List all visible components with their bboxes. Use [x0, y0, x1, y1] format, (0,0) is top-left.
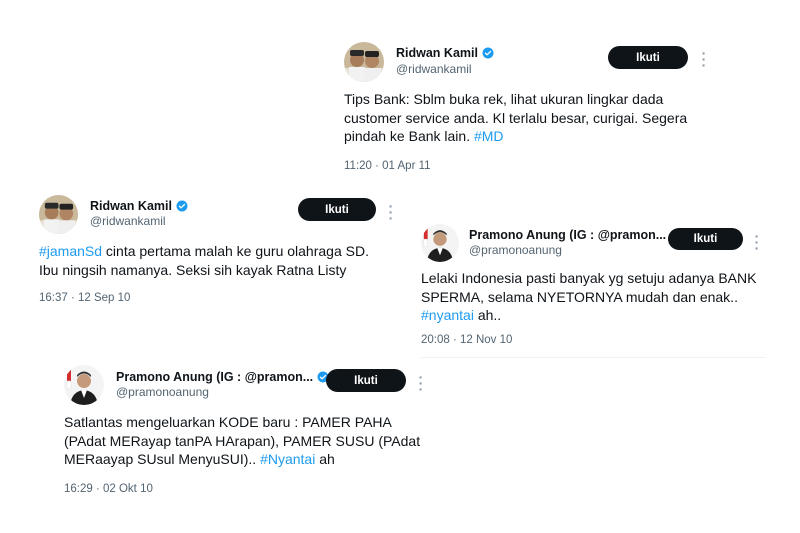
tweet-text-line: customer service anda. Kl terlalu besar,… [344, 109, 688, 126]
divider [421, 357, 766, 358]
tweet-timestamp[interactable]: 16:29 · 02 Okt 10 [64, 483, 153, 495]
more-options-icon[interactable]: · · · [701, 46, 707, 72]
author-name[interactable]: Pramono Anung (IG : @pramon... [469, 228, 682, 242]
tweet-timestamp[interactable]: 20:08 · 12 Nov 10 [421, 334, 512, 346]
tweet-text-line: Tips Bank: Sblm buka rek, lihat ukuran l… [344, 91, 664, 107]
more-options-icon[interactable]: · · · [754, 229, 760, 255]
author-name-text: Pramono Anung (IG : @pramon... [116, 370, 314, 384]
author-name[interactable]: Ridwan Kamil [396, 46, 494, 60]
follow-button[interactable]: Ikuti [608, 46, 688, 69]
tweet-text: Lelaki Indonesia pasti banyak yg setuju … [421, 269, 791, 325]
follow-button[interactable]: Ikuti [298, 198, 376, 221]
hashtag-link[interactable]: #Nyantai [260, 451, 315, 467]
tweet-timestamp[interactable]: 11:20 · 01 Apr 11 [344, 160, 431, 172]
verified-badge-icon [176, 200, 188, 212]
tweet-text-line: pindah ke Bank lain. #MD [344, 128, 504, 144]
author-handle[interactable]: @pramonoanung [116, 385, 209, 399]
tweet-text: Satlantas mengeluarkan KODE baru : PAMER… [64, 413, 444, 469]
avatar[interactable] [344, 42, 384, 82]
hashtag-link[interactable]: #nyantai [421, 307, 474, 323]
tweet-text-line: #nyantai ah.. [421, 307, 502, 323]
tweet-text-line: MERaayap SUsul MenyuSUI).. #Nyantai ah [64, 451, 335, 467]
tweet-text-line: Lelaki Indonesia pasti banyak yg setuju … [421, 270, 757, 286]
tweet-text-line: Ibu ningsih namanya. Seksi sih kayak Rat… [39, 261, 347, 278]
author-handle[interactable]: @ridwankamil [90, 214, 166, 228]
tweet-text-line: SPERMA, selama NYETORNYA mudah dan enak.… [421, 288, 738, 305]
hashtag-link[interactable]: #jamanSd [39, 243, 102, 259]
tweet-text-line: (PAdat MERayap tanPA HArapan), PAMER SUS… [64, 432, 421, 449]
avatar[interactable] [421, 224, 459, 262]
author-name-text: Ridwan Kamil [90, 199, 172, 213]
tweet-text-line: #jamanSd cinta pertama malah ke guru ola… [39, 243, 369, 259]
author-handle[interactable]: @ridwankamil [396, 62, 472, 76]
more-options-icon[interactable]: · · · [418, 370, 424, 396]
more-options-icon[interactable]: · · · [388, 199, 394, 225]
tweet-text: #jamanSd cinta pertama malah ke guru ola… [39, 242, 419, 279]
avatar[interactable] [39, 195, 78, 234]
follow-button[interactable]: Ikuti [668, 228, 743, 250]
follow-button[interactable]: Ikuti [326, 369, 406, 392]
author-handle[interactable]: @pramonoanung [469, 243, 562, 257]
avatar[interactable] [64, 365, 104, 405]
author-name[interactable]: Pramono Anung (IG : @pramon... [116, 370, 329, 384]
hashtag-link[interactable]: #MD [474, 128, 504, 144]
author-name-text: Ridwan Kamil [396, 46, 478, 60]
tweet-text-line: Satlantas mengeluarkan KODE baru : PAMER… [64, 414, 392, 430]
author-name-text: Pramono Anung (IG : @pramon... [469, 228, 667, 242]
tweet-timestamp[interactable]: 16:37 · 12 Sep 10 [39, 292, 130, 304]
author-name[interactable]: Ridwan Kamil [90, 199, 188, 213]
tweet-text: Tips Bank: Sblm buka rek, lihat ukuran l… [344, 90, 744, 146]
verified-badge-icon [482, 47, 494, 59]
